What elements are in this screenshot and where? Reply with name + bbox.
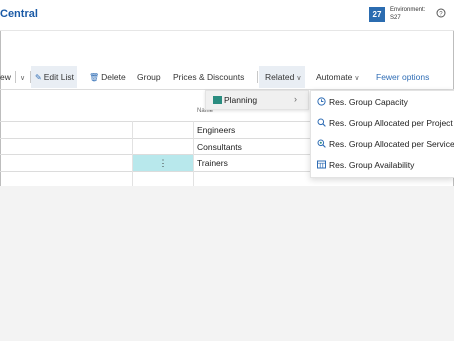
delete-label: Delete [101, 72, 126, 82]
menu-item-label: Res. Group Allocated per Service O [329, 139, 454, 149]
prices-label: Prices & Discounts [173, 72, 245, 82]
top-bar: Central 27 Environment: S27 ? [0, 0, 454, 31]
automate-label: Automate [316, 72, 353, 82]
help-icon[interactable]: ? [436, 8, 446, 21]
automate-menu-button[interactable]: Automate ∨ [316, 66, 360, 88]
column-line [132, 121, 133, 186]
fewer-options-label: Fewer options [376, 72, 430, 82]
delete-button[interactable]: 🗑 Delete [89, 66, 126, 88]
chevron-down-icon: ∨ [296, 75, 302, 82]
row-line [0, 171, 310, 172]
chevron-down-icon: ∨ [354, 75, 360, 82]
related-menu-button[interactable]: Related ∨ [259, 66, 306, 88]
availability-icon [317, 160, 326, 169]
view-label: ew [0, 72, 11, 82]
res-group-allocated-project-item[interactable]: Res. Group Allocated per Project [311, 114, 454, 132]
separator [257, 71, 258, 83]
related-label: Related [265, 72, 295, 82]
trash-icon: 🗑 [89, 73, 100, 82]
column-line [193, 121, 194, 186]
view-chevron-icon[interactable]: ∨ [18, 66, 25, 88]
row-line [0, 121, 310, 122]
related-dropdown: Planning › [205, 90, 309, 110]
res-group-availability-item[interactable]: Res. Group Availability [311, 156, 454, 174]
allocation-icon [317, 118, 326, 127]
menu-item-label: Res. Group Allocated per Project [329, 118, 453, 128]
menu-item-label: Res. Group Availability [329, 160, 415, 170]
planning-submenu: Res. Group Capacity Res. Group Allocated… [310, 90, 454, 178]
group-button[interactable]: Group [137, 66, 161, 88]
separator [15, 71, 16, 83]
edit-list-label: Edit List [43, 72, 74, 82]
environment-label: Environment: [390, 7, 426, 13]
res-group-allocated-service-item[interactable]: Res. Group Allocated per Service O [311, 135, 454, 153]
prices-discounts-button[interactable]: Prices & Discounts [173, 66, 244, 88]
environment-name: S27 [390, 15, 401, 21]
service-allocation-icon [317, 139, 326, 148]
planning-label: Planning [224, 95, 258, 105]
planning-icon [213, 96, 222, 104]
chevron-right-icon: › [294, 94, 297, 104]
table-row-name[interactable]: Engineers [197, 125, 235, 135]
capacity-icon [317, 97, 326, 106]
action-bar: ew ∨ ✎ Edit List 🗑 Delete Group Prices & D… [0, 66, 454, 88]
fewer-options-button[interactable]: Fewer options [376, 66, 429, 88]
menu-item-label: Res. Group Capacity [329, 97, 408, 107]
planning-menu-item[interactable]: Planning › [206, 91, 308, 109]
table-row-name[interactable]: Trainers [197, 158, 228, 168]
environment-info: Environment: S27 [390, 6, 425, 22]
environment-badge[interactable]: 27 [369, 7, 385, 22]
empty-list-area [0, 186, 454, 341]
row-line [0, 138, 310, 139]
group-label: Group [137, 72, 161, 82]
app-title: Central [0, 8, 38, 20]
edit-list-icon: ✎ [35, 73, 42, 82]
view-menu-button[interactable]: ew [0, 66, 11, 88]
row-actions-ellipsis-icon[interactable]: ⋮ [133, 155, 193, 171]
table-row-name[interactable]: Consultants [197, 142, 242, 152]
res-group-capacity-item[interactable]: Res. Group Capacity [311, 93, 454, 111]
edit-list-button[interactable]: ✎ Edit List [31, 66, 77, 88]
